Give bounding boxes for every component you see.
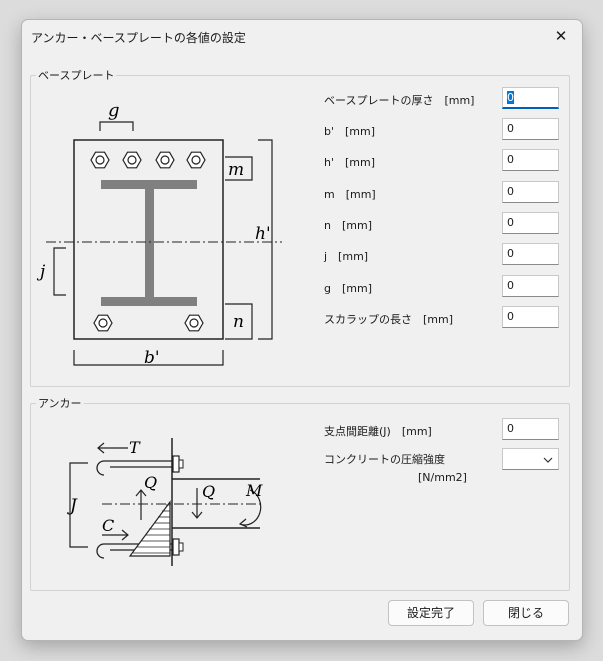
label-Q2: Q bbox=[202, 482, 215, 501]
g-input[interactable]: 0 bbox=[502, 275, 559, 297]
field-label-b: b' [mm] bbox=[324, 125, 376, 138]
nut-bottom bbox=[172, 538, 180, 556]
m-input[interactable]: 0 bbox=[502, 181, 559, 203]
label-M: M bbox=[245, 481, 263, 500]
nut-top bbox=[172, 455, 180, 473]
span-input[interactable]: 0 bbox=[502, 418, 559, 440]
anchor-diagram: J T Q Q C M bbox=[67, 438, 263, 566]
j-input[interactable]: 0 bbox=[502, 243, 559, 265]
field-label-n: n [mm] bbox=[324, 219, 372, 232]
field-label-j: j [mm] bbox=[324, 250, 369, 263]
thickness-input[interactable]: 0 bbox=[502, 87, 559, 109]
chevron-down-icon bbox=[543, 457, 553, 463]
strength-label: コンクリートの圧縮強度 bbox=[324, 453, 445, 466]
strength-select[interactable] bbox=[502, 448, 559, 470]
field-label-thickness: ベースプレートの厚さ [mm] bbox=[324, 94, 475, 107]
b-input[interactable]: 0 bbox=[502, 118, 559, 140]
nut-top-cap bbox=[178, 459, 184, 469]
span-label: 支点間距離(J) [mm] bbox=[324, 425, 432, 438]
close-icon[interactable]: ✕ bbox=[540, 20, 582, 52]
field-label-scallop: スカラップの長さ [mm] bbox=[324, 313, 454, 326]
field-label-h: h' [mm] bbox=[324, 156, 376, 169]
label-T: T bbox=[129, 438, 141, 457]
anchor-bolt-top bbox=[96, 460, 182, 476]
field-label-m: m [mm] bbox=[324, 188, 376, 201]
label-J: J bbox=[67, 496, 78, 516]
thickness-value: 0 bbox=[507, 91, 514, 104]
settings-dialog: アンカー・ベースプレートの各値の設定 ✕ ベースプレート g m h' j n … bbox=[21, 19, 583, 641]
nut-bottom-cap bbox=[178, 542, 184, 552]
h-input[interactable]: 0 bbox=[502, 149, 559, 171]
strength-unit: [N/mm2] bbox=[418, 471, 467, 484]
label-C: C bbox=[102, 516, 114, 535]
field-label-g: g [mm] bbox=[324, 282, 372, 295]
scallop-input[interactable]: 0 bbox=[502, 306, 559, 328]
label-Q1: Q bbox=[144, 473, 157, 492]
ok-button[interactable]: 設定完了 bbox=[388, 600, 474, 626]
arrow-head-icon bbox=[238, 518, 248, 528]
close-button[interactable]: 閉じる bbox=[483, 600, 569, 626]
n-input[interactable]: 0 bbox=[502, 212, 559, 234]
